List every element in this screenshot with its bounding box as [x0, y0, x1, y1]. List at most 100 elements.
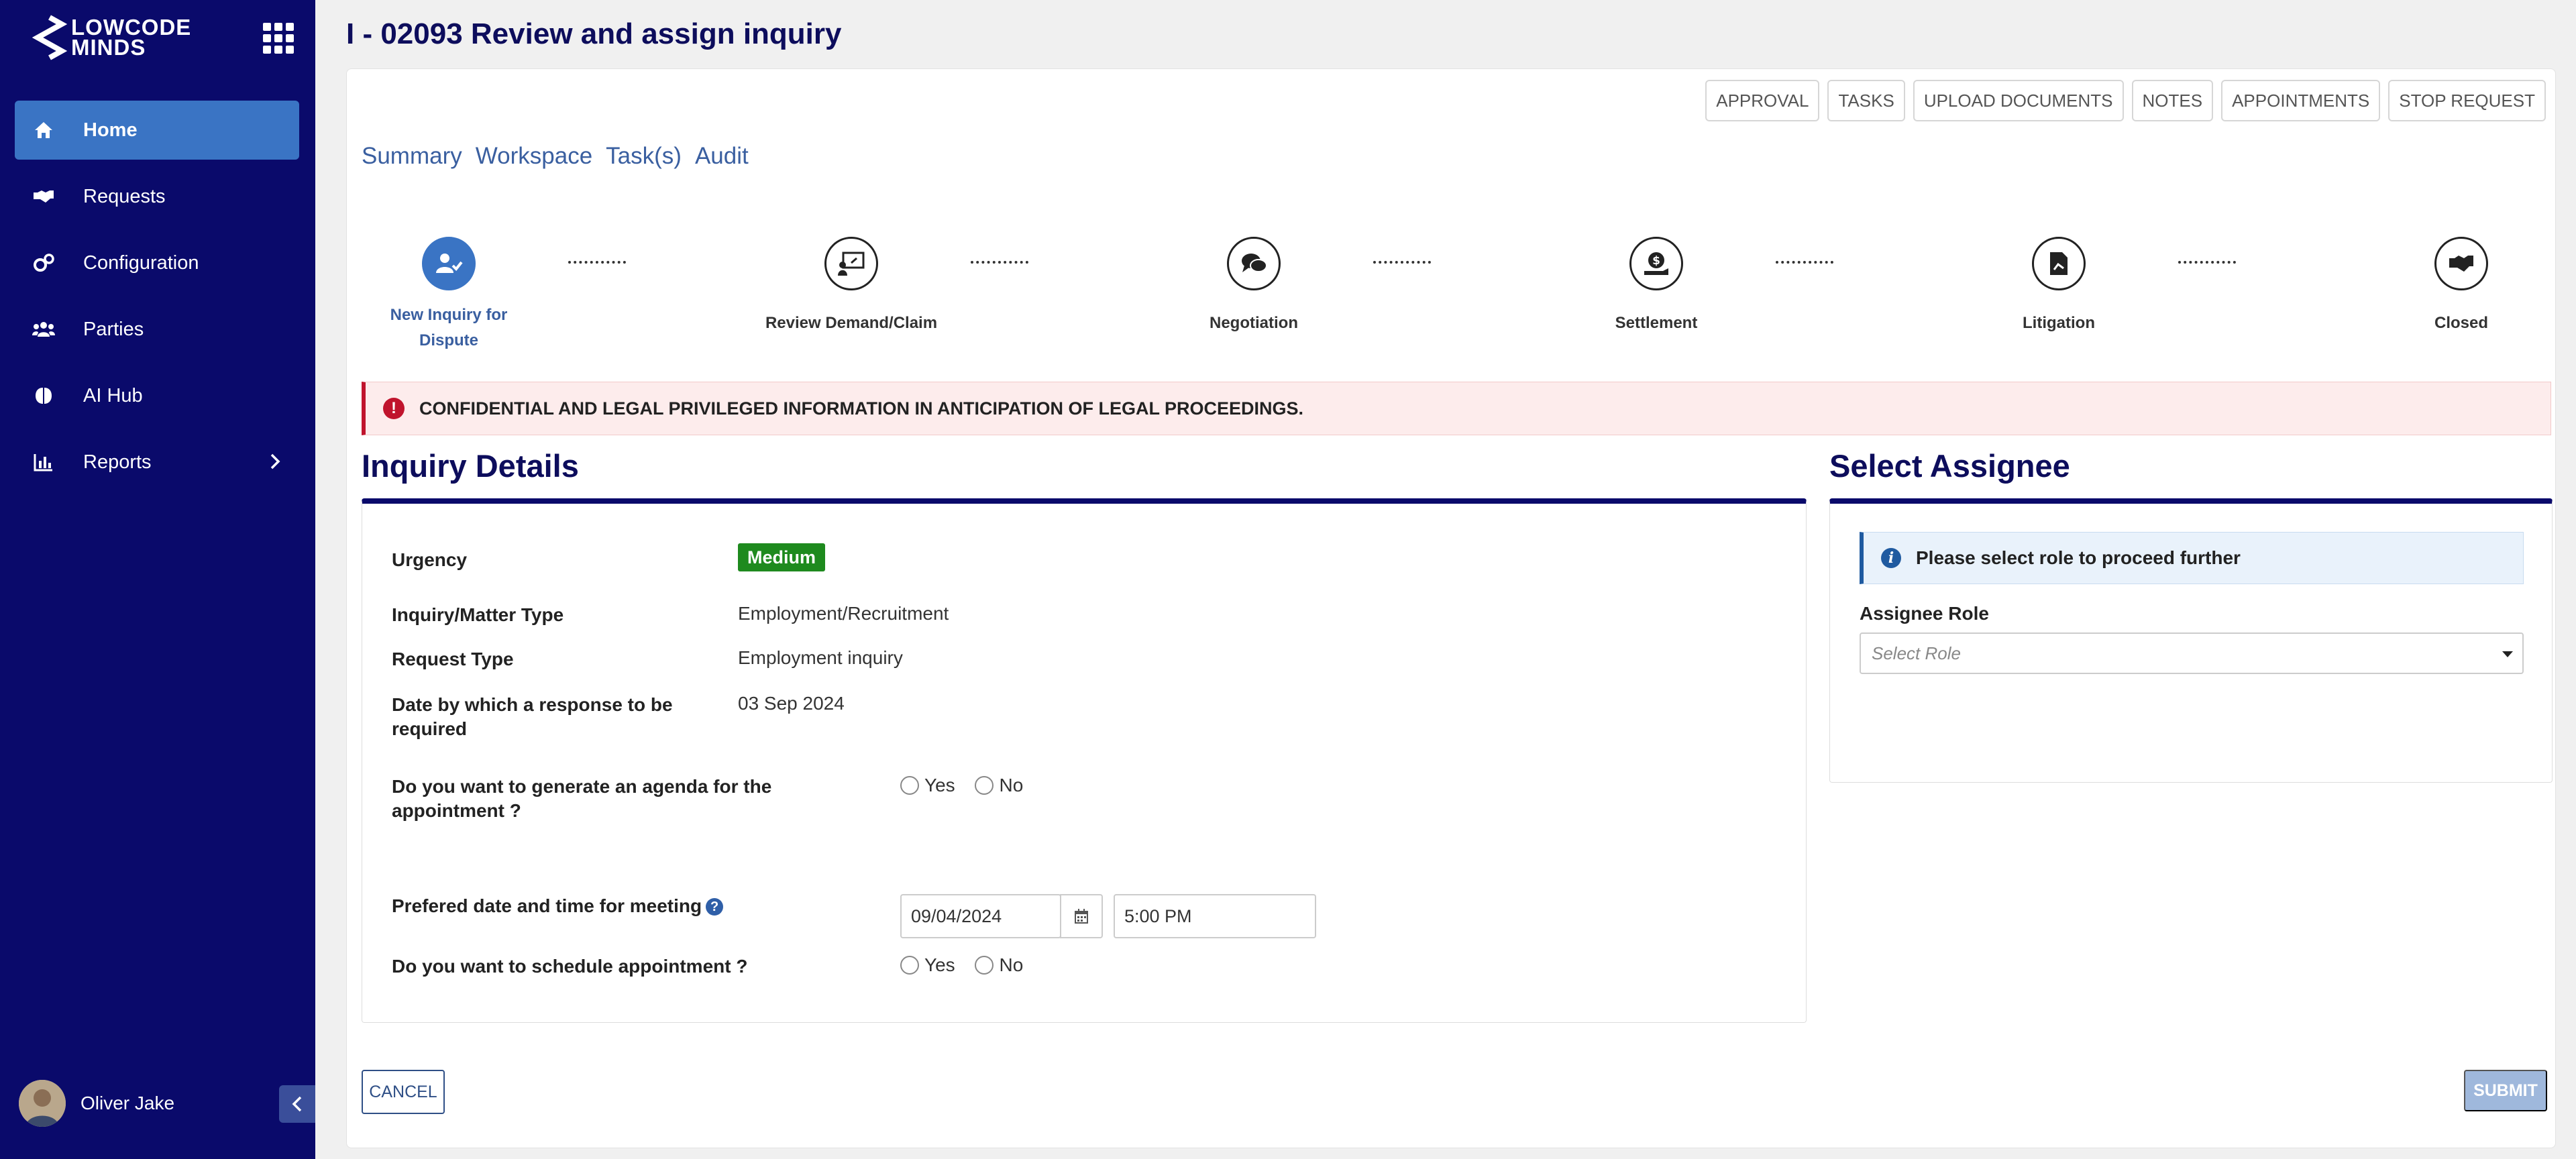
- action-toolbar: APPROVAL TASKS UPLOAD DOCUMENTS NOTES AP…: [1705, 80, 2546, 121]
- assignee-role-select[interactable]: Select Role: [1860, 632, 2524, 674]
- cogs-icon: [32, 252, 55, 274]
- submit-button[interactable]: SUBMIT: [2464, 1070, 2547, 1111]
- request-type-value: Employment inquiry: [738, 647, 903, 668]
- step-new-inquiry[interactable]: New Inquiry for Dispute: [362, 237, 536, 353]
- step-closed[interactable]: Closed: [2374, 237, 2548, 336]
- schedule-no-radio[interactable]: No: [975, 954, 1023, 976]
- home-icon: [32, 119, 55, 142]
- apps-grid-icon[interactable]: [263, 23, 294, 54]
- logo-icon: [32, 15, 68, 60]
- alert-text: CONFIDENTIAL AND LEGAL PRIVILEGED INFORM…: [419, 398, 1304, 419]
- presentation-icon: [824, 237, 878, 290]
- step-negotiation[interactable]: Negotiation: [1167, 237, 1341, 336]
- tasks-button[interactable]: TASKS: [1827, 80, 1905, 121]
- sidebar-item-requests[interactable]: Requests: [15, 167, 299, 226]
- step-settlement[interactable]: $ Settlement: [1569, 237, 1743, 336]
- step-litigation[interactable]: Litigation: [1972, 237, 2146, 336]
- schedule-yes-radio[interactable]: Yes: [900, 954, 955, 976]
- sidebar-item-label: Reports: [83, 451, 152, 473]
- radio-label: No: [999, 954, 1024, 975]
- money-hand-icon: $: [1629, 237, 1683, 290]
- step-label: Litigation: [2023, 314, 2095, 332]
- step-label: Closed: [2434, 314, 2488, 332]
- sidebar-item-ai-hub[interactable]: AI Hub: [15, 366, 299, 425]
- cancel-button[interactable]: CANCEL: [362, 1070, 445, 1114]
- response-date-value: 03 Sep 2024: [738, 693, 845, 714]
- step-label: Review Demand/Claim: [765, 314, 938, 332]
- meeting-time-input[interactable]: 5:00 PM: [1114, 894, 1316, 938]
- notes-button[interactable]: NOTES: [2131, 80, 2214, 121]
- tab-summary[interactable]: Summary: [362, 143, 462, 170]
- request-type-label: Request Type: [392, 649, 514, 669]
- sidebar-nav: Home Requests Configuration Parties AI H…: [15, 101, 299, 499]
- help-icon[interactable]: ?: [706, 898, 724, 916]
- comments-icon: [1227, 237, 1281, 290]
- stop-request-button[interactable]: STOP REQUEST: [2388, 80, 2546, 121]
- info-icon: i: [1881, 548, 1901, 568]
- appointments-button[interactable]: APPOINTMENTS: [2221, 80, 2381, 121]
- collapse-sidebar-button[interactable]: [279, 1085, 315, 1123]
- radio-label: Yes: [924, 775, 955, 795]
- upload-documents-button[interactable]: UPLOAD DOCUMENTS: [1913, 80, 2124, 121]
- sidebar-item-reports[interactable]: Reports: [15, 433, 299, 492]
- step-connector: [2178, 261, 2236, 264]
- agenda-no-radio[interactable]: No: [975, 775, 1023, 796]
- page-title: I - 02093 Review and assign inquiry: [346, 17, 842, 50]
- step-connector: [971, 261, 1028, 264]
- sidebar-item-parties[interactable]: Parties: [15, 300, 299, 359]
- sidebar-item-label: Parties: [83, 318, 144, 340]
- sidebar-item-label: Requests: [83, 185, 166, 207]
- agenda-yes-radio[interactable]: Yes: [900, 775, 955, 796]
- brand-logo[interactable]: LOWCODE MINDS: [30, 15, 191, 60]
- calendar-icon: [1075, 909, 1088, 924]
- step-label: Dispute: [419, 331, 478, 349]
- chevron-left-icon: [292, 1096, 302, 1112]
- handshake-icon: [2434, 237, 2488, 290]
- step-review-demand[interactable]: Review Demand/Claim: [764, 237, 938, 336]
- assignee-role-label: Assignee Role: [1860, 603, 1989, 624]
- schedule-label: Do you want to schedule appointment ?: [392, 956, 748, 977]
- urgency-label: Urgency: [392, 549, 468, 570]
- tab-audit[interactable]: Audit: [695, 143, 749, 170]
- tab-workspace[interactable]: Workspace: [476, 143, 592, 170]
- urgency-badge: Medium: [738, 543, 826, 571]
- select-assignee-title: Select Assignee: [1829, 448, 2070, 484]
- document-icon: [2032, 237, 2086, 290]
- meeting-label: Prefered date and time for meeting: [392, 895, 702, 916]
- sidebar-item-home[interactable]: Home: [15, 101, 299, 160]
- step-label: Settlement: [1615, 314, 1698, 332]
- users-icon: [32, 318, 55, 341]
- radio-label: Yes: [924, 954, 955, 975]
- matter-type-label: Inquiry/Matter Type: [392, 604, 564, 625]
- brain-icon: [32, 384, 55, 407]
- confidential-alert: ! CONFIDENTIAL AND LEGAL PRIVILEGED INFO…: [362, 382, 2551, 435]
- sidebar-item-configuration[interactable]: Configuration: [15, 233, 299, 292]
- handshake-icon: [32, 185, 55, 208]
- radio-label: No: [999, 775, 1024, 795]
- brand-line2: MINDS: [71, 35, 146, 60]
- sidebar: LOWCODE MINDS Home Requests Configuratio…: [0, 0, 315, 1159]
- tab-tasks[interactable]: Task(s): [606, 143, 682, 170]
- sidebar-item-label: AI Hub: [83, 384, 143, 406]
- step-label: New Inquiry for: [390, 306, 508, 324]
- step-label: Negotiation: [1210, 314, 1298, 332]
- info-message: i Please select role to proceed further: [1860, 532, 2524, 584]
- approval-button[interactable]: APPROVAL: [1705, 80, 1820, 121]
- agenda-label: Do you want to generate an agenda for th…: [392, 776, 772, 821]
- meeting-date-input[interactable]: 09/04/2024: [900, 894, 1061, 938]
- select-placeholder: Select Role: [1872, 643, 1961, 663]
- exclamation-icon: !: [383, 398, 405, 419]
- chevron-right-icon: [270, 453, 280, 476]
- step-connector: [568, 261, 626, 264]
- response-date-label: Date by which a response to be required: [392, 694, 673, 739]
- avatar: [19, 1080, 66, 1127]
- info-text: Please select role to proceed further: [1916, 547, 2241, 568]
- user-profile[interactable]: Oliver Jake: [19, 1080, 174, 1127]
- sidebar-item-label: Home: [83, 119, 138, 141]
- calendar-button[interactable]: [1060, 894, 1103, 938]
- inquiry-details-title: Inquiry Details: [362, 448, 579, 484]
- user-check-icon: [422, 237, 476, 290]
- sidebar-item-label: Configuration: [83, 252, 199, 274]
- caret-down-icon: [2502, 651, 2513, 657]
- inquiry-details-card: Urgency Medium Inquiry/Matter Type Emplo…: [362, 498, 1807, 1023]
